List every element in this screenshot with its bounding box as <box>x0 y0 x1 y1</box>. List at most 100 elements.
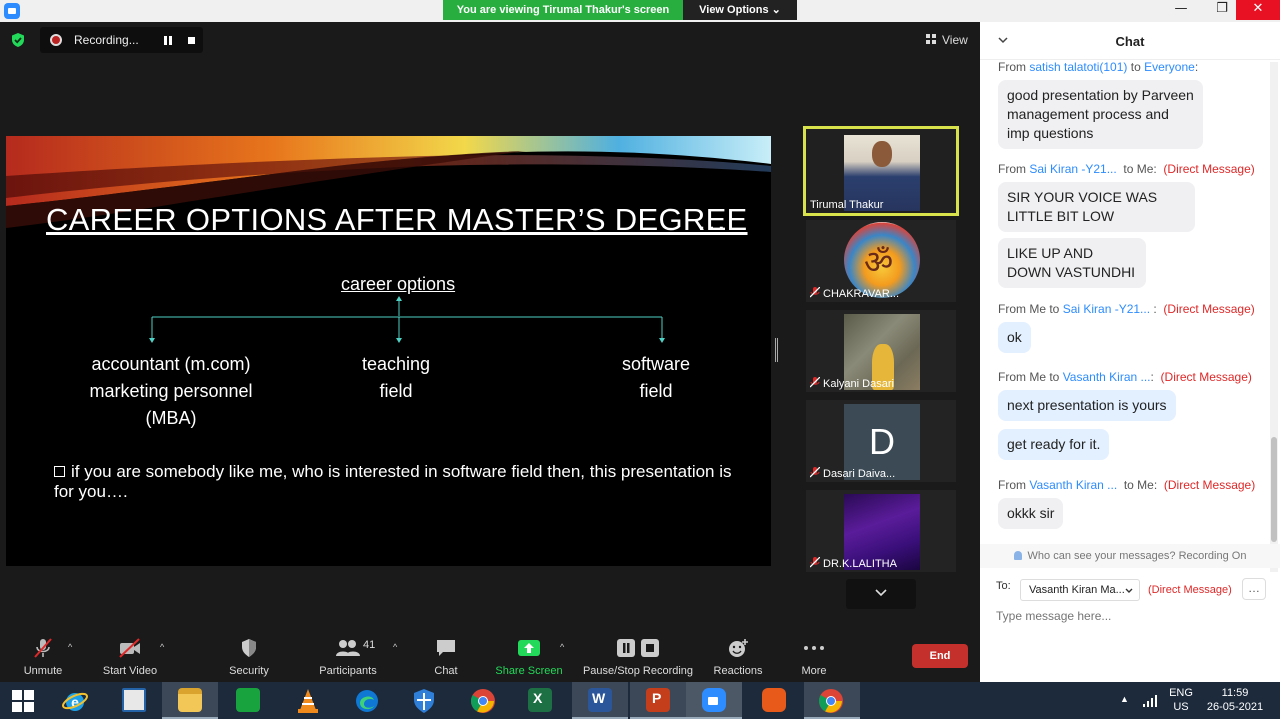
participants-caret-icon[interactable]: ^ <box>393 642 397 652</box>
close-window-button[interactable]: ✕ <box>1236 0 1280 20</box>
career-options-heading: career options <box>341 274 456 294</box>
more-button[interactable]: More <box>796 632 832 677</box>
direct-message-tag: (Direct Message) <box>1163 478 1256 492</box>
scroll-tiles-down-button[interactable] <box>846 579 916 609</box>
sender-name[interactable]: Vasanth Kiran ... <box>1063 370 1151 384</box>
video-tile[interactable]: Kalyani Dasari <box>806 310 956 392</box>
edge-browser-icon <box>356 690 378 712</box>
stop-recording-icon[interactable] <box>188 37 195 44</box>
taskbar-word[interactable]: W <box>572 682 628 719</box>
recipient-name: Everyone <box>1144 60 1195 74</box>
more-dots-icon <box>804 646 824 650</box>
chrome-icon <box>470 689 495 713</box>
slide-title: CAREER OPTIONS AFTER MASTER’S DEGREE <box>46 202 748 237</box>
muted-mic-icon <box>810 377 820 388</box>
pause-recording-icon[interactable] <box>164 36 172 45</box>
taskbar-chrome[interactable] <box>454 682 510 719</box>
chat-privacy-note[interactable]: Who can see your messages? Recording On <box>980 544 1280 568</box>
from-prefix: From <box>998 162 1026 176</box>
video-tile[interactable]: DR.K.LALITHA <box>806 490 956 572</box>
chat-message-input[interactable] <box>996 606 1266 626</box>
chat-message-bubble: ok <box>998 322 1031 353</box>
chat-scrollbar-thumb[interactable] <box>1271 437 1277 542</box>
chat-message-bubble: good presentation by Parveen management … <box>998 80 1203 149</box>
video-options-caret-icon[interactable]: ^ <box>160 642 164 652</box>
chat-message-bubble: okkk sir <box>998 498 1064 529</box>
career-options-tree-lines <box>149 296 665 343</box>
taskbar-file-explorer[interactable] <box>162 682 218 719</box>
chat-label: Chat <box>434 665 458 677</box>
option-line: accountant (m.com) <box>91 354 251 374</box>
taskbar-vlc[interactable] <box>280 682 336 719</box>
end-meeting-button[interactable]: End <box>912 644 968 668</box>
internet-explorer-icon: e <box>62 692 88 711</box>
recipient-select-value: Vasanth Kiran Ma... <box>1029 584 1125 596</box>
recipient-select[interactable]: Vasanth Kiran Ma... <box>1020 579 1140 601</box>
taskbar-clock[interactable]: 11:59 26-05-2021 <box>1200 686 1270 714</box>
view-options-button[interactable]: View Options ⌄ <box>683 0 797 20</box>
network-signal-icon[interactable] <box>1142 694 1158 708</box>
start-video-label: Start Video <box>102 665 158 677</box>
unmute-button[interactable]: Unmute <box>18 632 68 677</box>
share-screen-button[interactable]: Share Screen <box>494 632 564 677</box>
chat-button[interactable]: Chat <box>426 632 466 677</box>
taskbar-store[interactable] <box>220 682 276 719</box>
sender-name[interactable]: Sai Kiran -Y21... <box>1029 162 1116 176</box>
taskbar-lenovo-app[interactable] <box>106 682 162 719</box>
to-word: : <box>1150 370 1154 384</box>
direct-message-tag: (Direct Message) <box>1160 370 1252 384</box>
start-button[interactable] <box>0 682 46 719</box>
zoom-camera-glyph <box>708 697 718 705</box>
taskbar-zoom[interactable] <box>686 682 742 719</box>
pdf-app-icon <box>762 688 786 712</box>
share-options-caret-icon[interactable]: ^ <box>560 642 564 652</box>
chat-more-options-button[interactable]: … <box>1242 578 1266 600</box>
tray-overflow-chevron-icon[interactable]: ▲ <box>1120 694 1129 704</box>
taskbar-excel[interactable]: X <box>512 682 568 719</box>
tile-name: CHAKRAVAR... <box>823 288 899 300</box>
taskbar-internet-explorer[interactable]: e <box>48 682 104 719</box>
slide-title-ellipsis: … <box>696 202 727 237</box>
chat-scrollbar[interactable] <box>1270 62 1278 572</box>
sender-name[interactable]: Sai Kiran -Y21... <box>1063 302 1150 316</box>
direct-message-tag: (Direct Message) <box>1163 302 1255 316</box>
input-language-indicator[interactable]: ENG US <box>1168 686 1194 714</box>
start-video-button[interactable]: Start Video <box>98 632 162 677</box>
chat-message-header: From satish talatoti(101) to Everyone: <box>998 60 1198 74</box>
participants-icon <box>336 640 360 656</box>
more-label: More <box>801 665 827 677</box>
taskbar-pdf-app[interactable] <box>746 682 802 719</box>
video-tile[interactable]: D Dasari Daiva... <box>806 400 956 482</box>
language-code: ENG <box>1169 687 1193 699</box>
career-option-accountant: accountant (m.com) marketing personnel (… <box>76 351 266 432</box>
to-word: to Me: <box>1123 162 1157 176</box>
maximize-button[interactable]: ❐ <box>1208 0 1236 20</box>
video-tile-active-speaker[interactable]: Tirumal Thakur <box>803 126 959 216</box>
taskbar-security-app[interactable] <box>396 682 452 719</box>
view-layout-button[interactable]: View <box>922 30 974 50</box>
sender-name[interactable]: satish talatoti(101) <box>1029 60 1127 74</box>
slide-bullet: if you are somebody like me, who is inte… <box>54 462 744 502</box>
to-word: : <box>1153 302 1157 316</box>
security-button[interactable]: Security <box>222 632 276 677</box>
taskbar-chrome-2[interactable] <box>804 682 860 719</box>
pause-stop-recording-button[interactable]: Pause/Stop Recording <box>582 632 694 677</box>
folder-icon <box>178 688 202 712</box>
chevron-down-icon <box>1125 588 1133 593</box>
chat-message-header: From Vasanth Kiran ... to Me: (Direct Me… <box>998 478 1255 492</box>
sender-name[interactable]: Vasanth Kiran ... <box>1029 478 1117 492</box>
option-line: field <box>639 381 673 401</box>
video-tile[interactable]: ॐ CHAKRAVAR... <box>806 220 956 302</box>
minimize-button[interactable]: — <box>1167 0 1195 20</box>
panel-resize-handle[interactable] <box>775 338 778 362</box>
tile-name: Dasari Daiva... <box>823 468 896 480</box>
chat-message-bubble: get ready for it. <box>998 429 1110 460</box>
checkbox-bullet-icon <box>54 466 65 477</box>
from-prefix: From <box>998 478 1026 492</box>
reactions-button[interactable]: Reactions <box>712 632 764 677</box>
audio-options-caret-icon[interactable]: ^ <box>68 642 72 652</box>
taskbar-edge[interactable] <box>338 682 394 719</box>
encryption-shield-icon[interactable] <box>10 32 26 48</box>
taskbar-powerpoint[interactable]: P <box>630 682 686 719</box>
recording-indicator: Recording... <box>40 27 203 53</box>
